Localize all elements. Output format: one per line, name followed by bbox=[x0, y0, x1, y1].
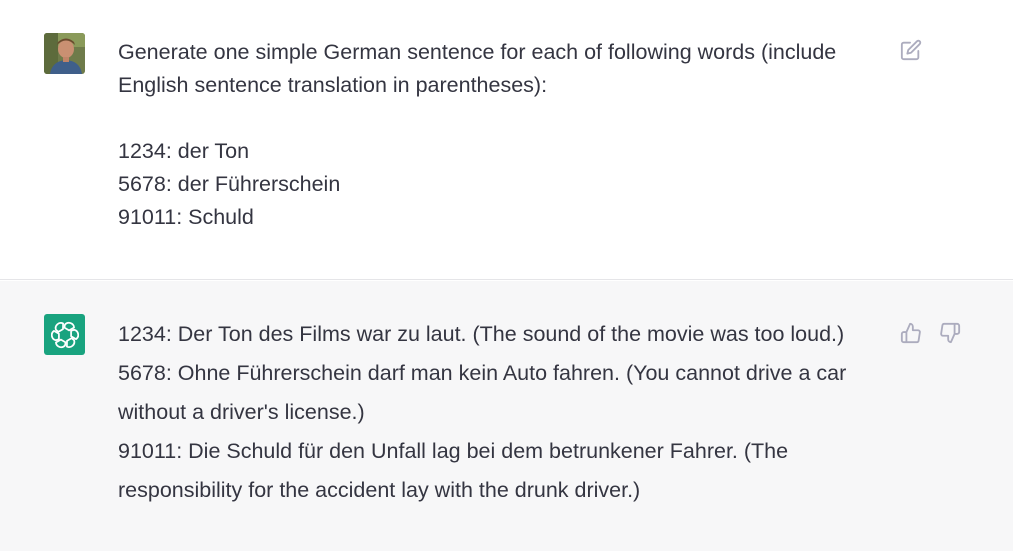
thumbs-up-button[interactable] bbox=[899, 321, 922, 344]
word-line: 5678: der Führerschein bbox=[118, 172, 341, 196]
user-message-actions bbox=[899, 38, 922, 61]
prompt-line: Generate one simple German sentence for … bbox=[118, 40, 837, 64]
user-message-text: Generate one simple German sentence for … bbox=[118, 36, 878, 234]
response-line: 1234: Der Ton des Films war zu laut. (Th… bbox=[118, 322, 845, 346]
chat-thread: Generate one simple German sentence for … bbox=[0, 0, 1013, 551]
response-line: responsibility for the accident lay with… bbox=[118, 478, 641, 502]
user-message: Generate one simple German sentence for … bbox=[0, 0, 1013, 280]
thumbs-down-button[interactable] bbox=[938, 321, 961, 344]
response-line: 91011: Die Schuld für den Unfall lag bei… bbox=[118, 439, 789, 463]
assistant-message: 1234: Der Ton des Films war zu laut. (Th… bbox=[0, 281, 1013, 551]
thumbs-down-icon bbox=[939, 322, 960, 343]
edit-icon bbox=[900, 39, 921, 60]
user-avatar bbox=[44, 33, 85, 74]
assistant-message-actions bbox=[899, 321, 961, 344]
response-line: 5678: Ohne Führerschein darf man kein Au… bbox=[118, 361, 847, 385]
edit-button[interactable] bbox=[899, 38, 922, 61]
assistant-avatar bbox=[44, 314, 85, 355]
response-line: without a driver's license.) bbox=[118, 400, 365, 424]
prompt-line: English sentence translation in parenthe… bbox=[118, 73, 548, 97]
word-line: 1234: der Ton bbox=[118, 139, 250, 163]
user-photo-avatar-icon bbox=[44, 33, 85, 74]
word-line: 91011: Schuld bbox=[118, 205, 254, 229]
assistant-message-text: 1234: Der Ton des Films war zu laut. (Th… bbox=[118, 315, 878, 510]
thumbs-up-icon bbox=[900, 322, 921, 343]
openai-logo-icon bbox=[50, 321, 79, 348]
